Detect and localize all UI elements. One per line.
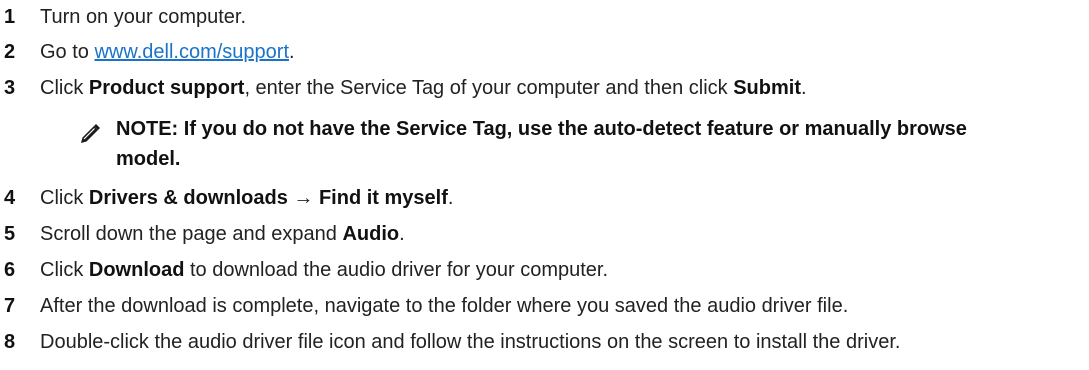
step-number: 4 bbox=[4, 187, 16, 209]
step-text-pre: Click bbox=[40, 259, 89, 281]
step-number: 2 bbox=[4, 41, 16, 63]
arrow-separator: → bbox=[287, 187, 319, 209]
step-number: 8 bbox=[4, 331, 16, 353]
step-3: 3 Click Product support, enter the Servi… bbox=[0, 73, 1089, 103]
find-it-myself-label: Find it myself bbox=[318, 187, 448, 209]
step-7: 7 After the download is complete, naviga… bbox=[0, 291, 1089, 321]
step-text: Go to www.dell.com/support. bbox=[40, 37, 295, 67]
audio-label: Audio bbox=[342, 223, 400, 245]
note-text: NOTE: If you do not have the Service Tag… bbox=[116, 114, 1089, 174]
step-text-mid: , enter the Service Tag of your computer… bbox=[244, 77, 734, 99]
step-2: 2 Go to www.dell.com/support. bbox=[0, 37, 1089, 67]
dell-support-link[interactable]: www.dell.com/support bbox=[94, 41, 289, 63]
step-text-pre: Scroll down the page and expand bbox=[40, 223, 343, 245]
note-line-2: model. bbox=[116, 148, 181, 170]
step-1: 1 Turn on your computer. bbox=[0, 2, 1089, 32]
step-text-post: . bbox=[447, 187, 454, 209]
step-text-pre: Click bbox=[40, 187, 89, 209]
instructions-page: 1 Turn on your computer. 2 Go to www.del… bbox=[0, 0, 1089, 370]
step-5: 5 Scroll down the page and expand Audio. bbox=[0, 219, 1089, 249]
step-number: 6 bbox=[4, 259, 16, 281]
step-8: 8 Double-click the audio driver file ico… bbox=[0, 327, 1089, 357]
product-support-label: Product support bbox=[88, 77, 245, 99]
step-number: 5 bbox=[4, 223, 16, 245]
step-number: 7 bbox=[4, 295, 16, 317]
note-line-1: NOTE: If you do not have the Service Tag… bbox=[116, 118, 967, 140]
step-text-post: . bbox=[289, 41, 295, 63]
step-text: Click Download to download the audio dri… bbox=[40, 255, 608, 285]
step-4: 4 Click Drivers & downloads → Find it my… bbox=[0, 183, 1089, 213]
step-text-post: . bbox=[801, 77, 807, 99]
step-text: Click Drivers & downloads → Find it myse… bbox=[40, 183, 453, 213]
step-text-pre: Click bbox=[40, 77, 89, 99]
download-label: Download bbox=[88, 259, 185, 281]
step-text-post: . bbox=[399, 223, 405, 245]
drivers-downloads-label: Drivers & downloads bbox=[88, 187, 288, 209]
step-text: Double-click the audio driver file icon … bbox=[40, 331, 901, 353]
submit-label: Submit bbox=[733, 77, 801, 99]
step-text: Click Product support, enter the Service… bbox=[40, 73, 807, 103]
step-6: 6 Click Download to download the audio d… bbox=[0, 255, 1089, 285]
step-text: After the download is complete, navigate… bbox=[40, 295, 849, 317]
note-block: NOTE: If you do not have the Service Tag… bbox=[78, 114, 1089, 178]
step-text-post: to download the audio driver for your co… bbox=[184, 259, 609, 281]
pencil-icon bbox=[81, 124, 100, 143]
step-text-pre: Go to bbox=[40, 41, 95, 63]
step-number: 1 bbox=[4, 6, 16, 28]
step-text: Scroll down the page and expand Audio. bbox=[40, 219, 405, 249]
step-number: 3 bbox=[4, 77, 16, 99]
step-text: Turn on your computer. bbox=[40, 6, 247, 28]
